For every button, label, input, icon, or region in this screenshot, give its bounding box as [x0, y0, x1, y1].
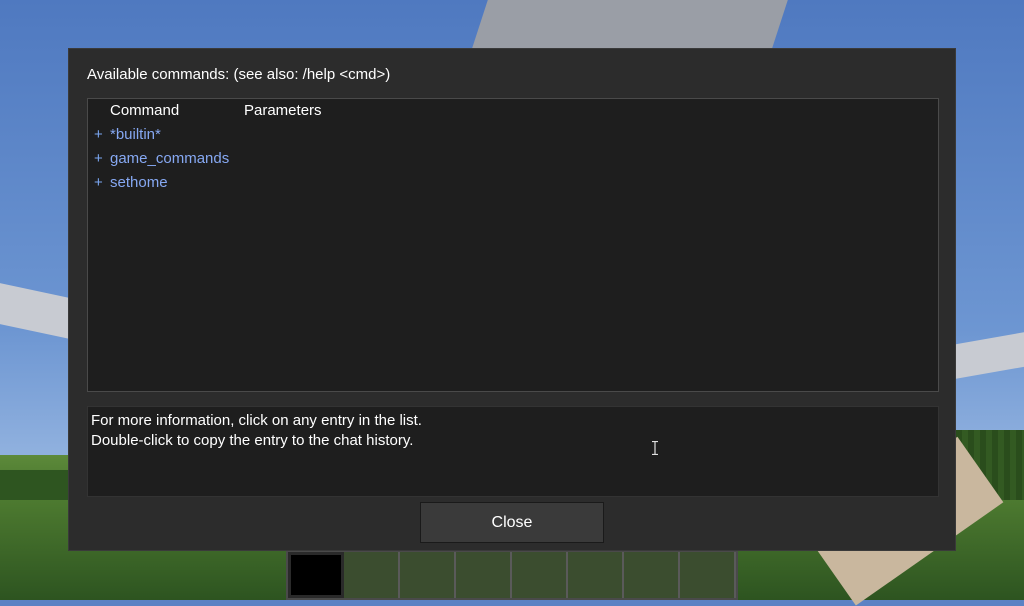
command-list[interactable]: Command Parameters + *builtin* + game_co… — [87, 98, 939, 392]
hotbar-slot[interactable] — [456, 552, 512, 598]
cloud — [472, 0, 788, 48]
close-button[interactable]: Close — [420, 502, 604, 543]
help-dialog: Available commands: (see also: /help <cm… — [68, 48, 956, 551]
list-item[interactable]: + *builtin* — [88, 123, 938, 145]
dialog-title: Available commands: (see also: /help <cm… — [87, 66, 391, 83]
hotbar-slot[interactable] — [680, 552, 736, 598]
hotbar-slot[interactable] — [400, 552, 456, 598]
column-header-parameters: Parameters — [244, 102, 322, 119]
list-item[interactable]: + sethome — [88, 171, 938, 193]
command-name: game_commands — [110, 150, 230, 167]
hotbar-slot[interactable] — [568, 552, 624, 598]
hotbar-slot[interactable] — [512, 552, 568, 598]
info-line: For more information, click on any entry… — [91, 412, 422, 429]
column-header-command: Command — [110, 102, 180, 119]
hotbar-slot-selected[interactable] — [288, 552, 344, 598]
info-text-area[interactable]: For more information, click on any entry… — [87, 406, 939, 497]
expand-icon[interactable]: + — [94, 126, 103, 143]
hotbar — [286, 550, 738, 600]
list-item[interactable]: + game_commands — [88, 147, 938, 169]
hotbar-slot[interactable] — [624, 552, 680, 598]
info-line: Double-click to copy the entry to the ch… — [91, 432, 414, 449]
command-name: *builtin* — [110, 126, 161, 143]
hotbar-slot[interactable] — [344, 552, 400, 598]
text-cursor-icon — [652, 441, 658, 455]
expand-icon[interactable]: + — [94, 150, 103, 167]
expand-icon[interactable]: + — [94, 174, 103, 191]
trees — [0, 470, 68, 500]
command-name: sethome — [110, 174, 168, 191]
